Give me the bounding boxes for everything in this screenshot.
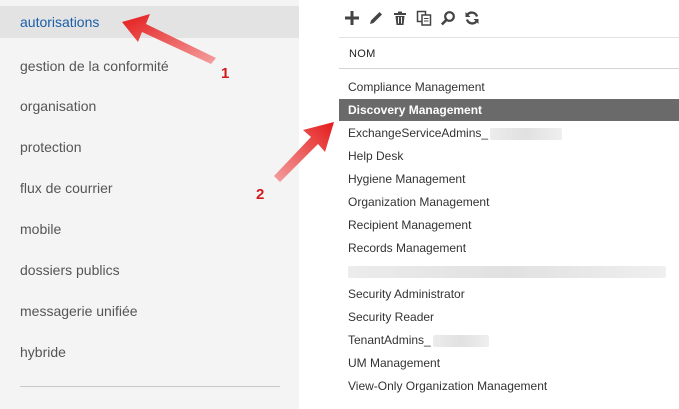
sidebar-item-protection[interactable]: protection [0, 131, 299, 163]
copy-button[interactable] [414, 8, 433, 28]
table-row[interactable]: View-Only Organization Management [339, 375, 679, 397]
row-name: TenantAdmins_ [348, 333, 431, 347]
edit-button[interactable] [366, 8, 385, 28]
sidebar-item-gestion-conformite[interactable]: gestion de la conformité [0, 50, 299, 82]
sidebar-item-messagerie-unifiee[interactable]: messagerie unifiée [0, 295, 299, 327]
row-name: UM Management [348, 356, 441, 370]
row-name: Hygiene Management [348, 172, 466, 186]
sidebar-item-flux-de-courrier[interactable]: flux de courrier [0, 172, 299, 204]
table-row[interactable]: ExchangeServiceAdmins_ [339, 122, 679, 144]
annotation-number-2: 2 [256, 186, 265, 203]
sidebar-divider [20, 386, 280, 387]
redacted-text [432, 334, 489, 347]
toolbar [342, 8, 481, 28]
row-name: Security Administrator [348, 287, 465, 301]
table-row[interactable]: UM Management [339, 352, 679, 374]
sidebar-item-hybride[interactable]: hybride [0, 336, 299, 368]
search-button[interactable] [438, 8, 457, 28]
row-name: ExchangeServiceAdmins_ [348, 126, 489, 140]
copy-icon [416, 10, 431, 26]
table-row[interactable]: TenantAdmins_ [339, 329, 679, 351]
table-row[interactable]: Recipient Management [339, 214, 679, 236]
table-row[interactable]: Organization Management [339, 191, 679, 213]
redacted-text [348, 265, 666, 278]
search-icon [440, 11, 455, 26]
refresh-button[interactable] [462, 8, 481, 28]
row-name: Compliance Management [348, 80, 485, 94]
annotation-number-1: 1 [221, 65, 230, 82]
row-name: Security Reader [348, 310, 435, 324]
delete-button[interactable] [390, 8, 409, 28]
table-row[interactable]: Records Management [339, 237, 679, 259]
row-name: Discovery Management [348, 103, 483, 117]
sidebar-item-mobile[interactable]: mobile [0, 213, 299, 245]
row-name: Recipient Management [348, 218, 472, 232]
row-name: View-Only Organization Management [348, 379, 548, 393]
row-name: Help Desk [348, 149, 404, 163]
table-row[interactable]: Security Administrator [339, 283, 679, 305]
refresh-icon [465, 11, 478, 25]
table-row-selected[interactable]: Discovery Management [339, 99, 679, 121]
table-row[interactable]: Help Desk [339, 145, 679, 167]
plus-icon [344, 11, 359, 25]
table-row[interactable]: Security Reader [339, 306, 679, 328]
table-row[interactable]: Compliance Management [339, 76, 679, 98]
redacted-text [490, 127, 563, 140]
row-name: Organization Management [348, 195, 490, 209]
sidebar-item-organisation[interactable]: organisation [0, 90, 299, 122]
row-name: Records Management [348, 241, 467, 255]
table-row[interactable]: Hygiene Management [339, 168, 679, 190]
trash-icon [393, 11, 406, 25]
pencil-icon [369, 12, 382, 24]
sidebar: autorisations gestion de la conformité o… [0, 0, 299, 409]
sidebar-item-autorisations[interactable]: autorisations [0, 6, 299, 38]
add-button[interactable] [342, 8, 361, 28]
table-row[interactable] [339, 260, 679, 282]
sidebar-item-dossiers-publics[interactable]: dossiers publics [0, 254, 299, 286]
column-header-nom[interactable]: NOM [339, 41, 679, 69]
header-divider [339, 37, 679, 38]
